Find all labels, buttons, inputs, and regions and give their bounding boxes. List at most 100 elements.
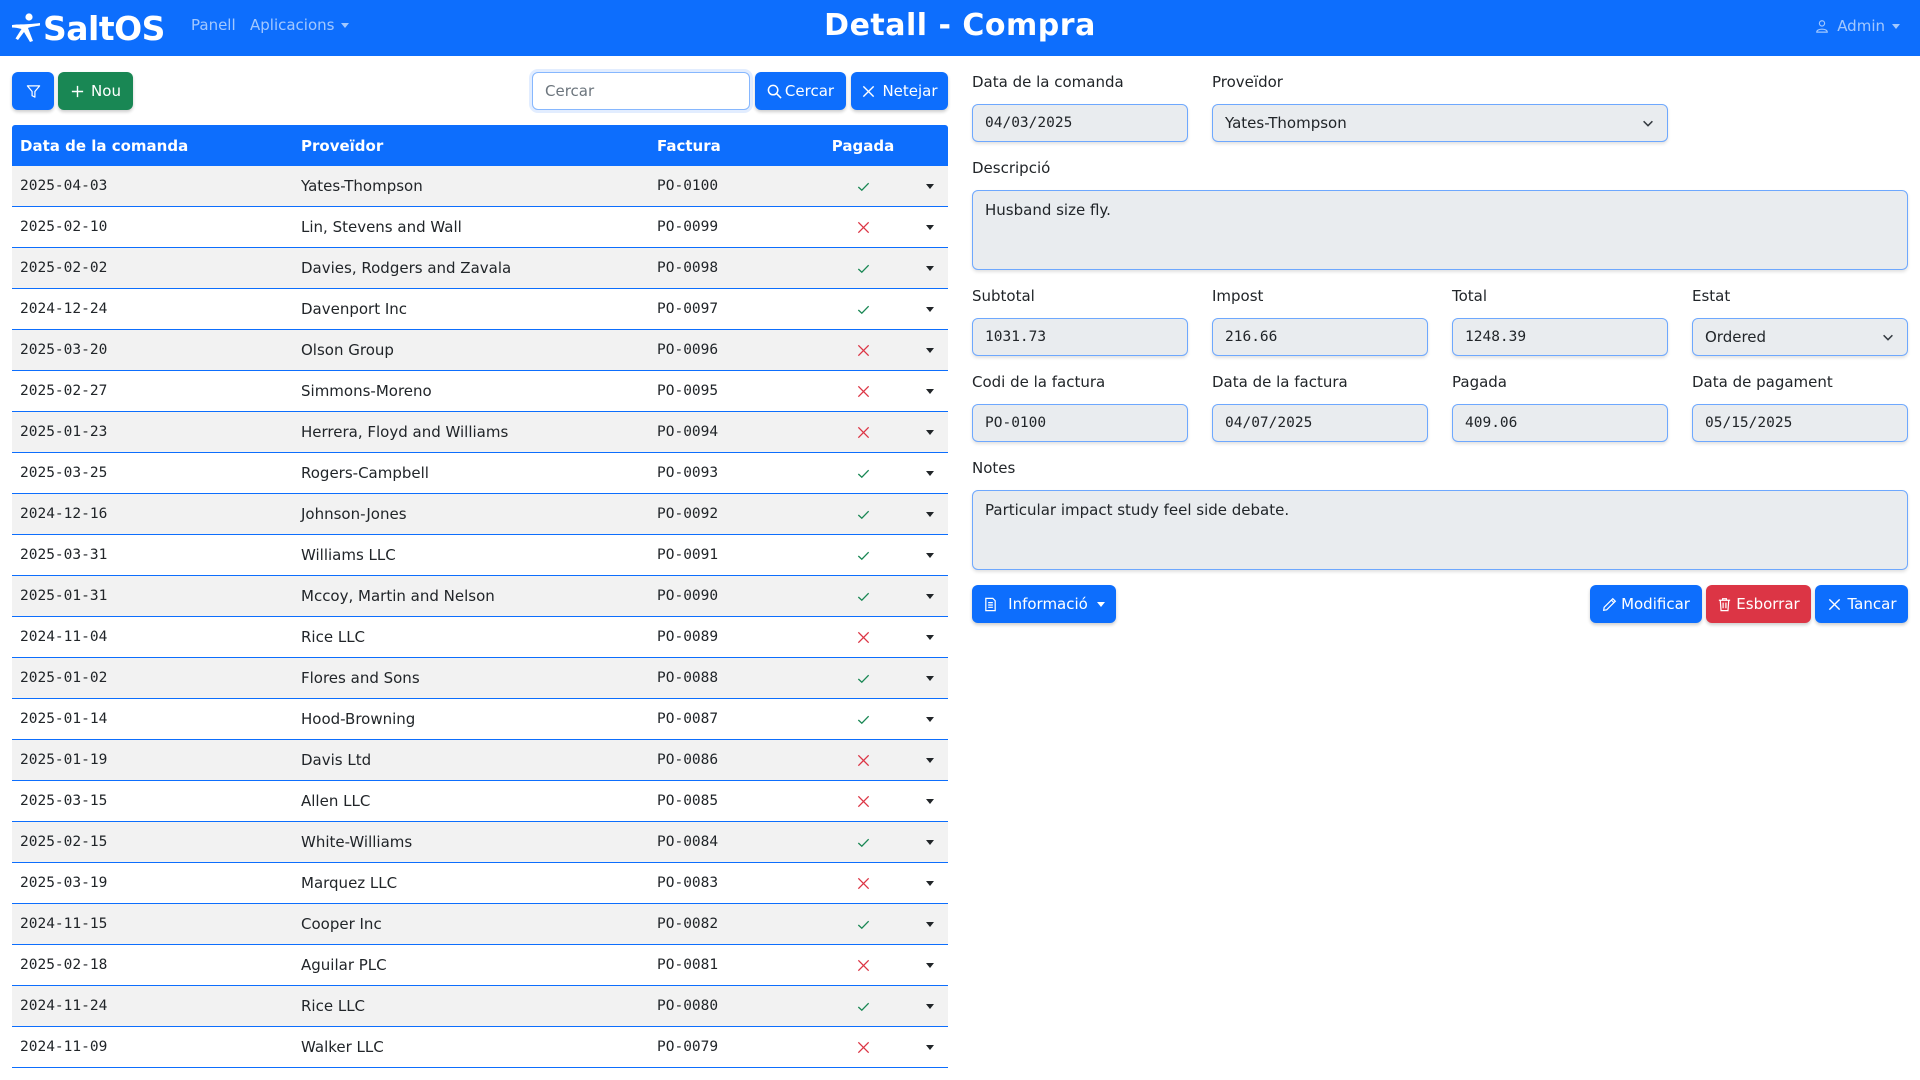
header-invoice[interactable]: Factura — [657, 125, 721, 166]
caret-down-icon — [926, 388, 934, 394]
user-name: Admin — [1837, 17, 1885, 35]
row-actions-dropdown[interactable] — [920, 207, 940, 247]
table-row[interactable]: 2025-01-14 Hood-Browning PO-0087 — [12, 699, 948, 740]
check-icon — [857, 674, 869, 683]
row-actions-dropdown[interactable] — [920, 289, 940, 329]
table-row[interactable]: 2025-03-31 Williams LLC PO-0091 — [12, 535, 948, 576]
table-row[interactable]: 2024-12-16 Johnson-Jones PO-0092 — [12, 494, 948, 535]
row-actions-dropdown[interactable] — [920, 371, 940, 411]
row-actions-dropdown[interactable] — [920, 576, 940, 616]
row-actions-dropdown[interactable] — [920, 822, 940, 862]
row-actions-dropdown[interactable] — [920, 1027, 940, 1067]
invoice-date-field[interactable]: 04/07/2025 — [1212, 404, 1428, 442]
row-actions-dropdown[interactable] — [920, 699, 940, 739]
table-row[interactable]: 2024-11-09 Walker LLC PO-0079 — [12, 1027, 948, 1068]
user-menu[interactable]: Admin — [1815, 17, 1900, 35]
delete-button[interactable]: Esborrar — [1706, 585, 1811, 623]
subtotal-field[interactable]: 1031.73 — [972, 318, 1188, 356]
tax-field[interactable]: 216.66 — [1212, 318, 1428, 356]
clear-button[interactable]: Netejar — [851, 72, 948, 110]
cell-paid — [812, 535, 914, 575]
row-actions-dropdown[interactable] — [920, 453, 940, 493]
row-actions-dropdown[interactable] — [920, 330, 940, 370]
table-row[interactable]: 2025-01-31 Mccoy, Martin and Nelson PO-009… — [12, 576, 948, 617]
status-value: Ordered — [1705, 328, 1767, 346]
filter-button[interactable] — [12, 72, 54, 110]
close-button-label: Tancar — [1847, 595, 1897, 613]
order-date-field[interactable]: 04/03/2025 — [972, 104, 1188, 142]
table-row[interactable]: 2024-11-15 Cooper Inc PO-0082 — [12, 904, 948, 945]
row-actions-dropdown[interactable] — [920, 412, 940, 452]
table-row[interactable]: 2025-03-25 Rogers-Campbell PO-0093 — [12, 453, 948, 494]
chevron-down-icon — [1892, 23, 1900, 29]
x-icon — [863, 85, 875, 97]
row-actions-dropdown[interactable] — [920, 781, 940, 821]
cell-paid — [812, 453, 914, 493]
table-row[interactable]: 2024-11-24 Rice LLC PO-0080 — [12, 986, 948, 1027]
row-actions-dropdown[interactable] — [920, 617, 940, 657]
row-actions-dropdown[interactable] — [920, 986, 940, 1026]
paid-label: Pagada — [1452, 373, 1507, 391]
close-button[interactable]: Tancar — [1815, 585, 1908, 623]
cell-supplier: Davis Ltd — [301, 751, 372, 769]
table-row[interactable]: 2024-12-24 Davenport Inc PO-0097 — [12, 289, 948, 330]
cell-order-date: 2024-11-15 — [20, 916, 108, 932]
table-row[interactable]: 2025-01-23 Herrera, Floyd and Williams PO-… — [12, 412, 948, 453]
table-row[interactable]: 2025-02-18 Aguilar PLC PO-0081 — [12, 945, 948, 986]
description-textarea[interactable]: Husband size fly. — [972, 190, 1908, 270]
header-order-date[interactable]: Data de la comanda — [20, 125, 188, 166]
search-icon — [767, 84, 782, 99]
check-icon — [857, 305, 869, 314]
table-row[interactable]: 2025-03-20 Olson Group PO-0096 — [12, 330, 948, 371]
cell-paid — [812, 371, 914, 411]
cell-paid — [812, 207, 914, 247]
table-row[interactable]: 2025-03-19 Marquez LLC PO-0083 — [12, 863, 948, 904]
header-supplier[interactable]: Proveïdor — [301, 125, 383, 166]
cell-invoice: PO-0096 — [657, 342, 719, 358]
status-select[interactable]: Ordered — [1692, 318, 1908, 356]
search-input[interactable] — [532, 72, 750, 110]
invoice-code-field[interactable]: PO-0100 — [972, 404, 1188, 442]
cell-supplier: Lin, Stevens and Wall — [301, 218, 462, 236]
x-icon — [857, 795, 869, 807]
chevron-down-icon — [1096, 601, 1105, 607]
row-actions-dropdown[interactable] — [920, 904, 940, 944]
table-row[interactable]: 2025-02-10 Lin, Stevens and Wall PO-0099 — [12, 207, 948, 248]
row-actions-dropdown[interactable] — [920, 658, 940, 698]
row-actions-dropdown[interactable] — [920, 494, 940, 534]
total-field[interactable]: 1248.39 — [1452, 318, 1668, 356]
notes-textarea[interactable]: Particular impact study feel side debate… — [972, 490, 1908, 570]
table-row[interactable]: 2025-04-03 Yates-Thompson PO-0100 — [12, 166, 948, 207]
table-row[interactable]: 2025-03-15 Allen LLC PO-0085 — [12, 781, 948, 822]
modify-button[interactable]: Modificar — [1590, 585, 1702, 623]
table-row[interactable]: 2025-02-02 Davies, Rodgers and Zavala PO-0… — [12, 248, 948, 289]
row-actions-dropdown[interactable] — [920, 535, 940, 575]
cell-paid — [812, 945, 914, 985]
table-row[interactable]: 2025-02-15 White-Williams PO-0084 — [12, 822, 948, 863]
supplier-select[interactable]: Yates-Thompson — [1212, 104, 1668, 142]
cell-order-date: 2024-11-24 — [20, 998, 108, 1014]
search-button[interactable]: Cercar — [755, 72, 846, 110]
row-actions-dropdown[interactable] — [920, 166, 940, 206]
table-row[interactable]: 2025-01-19 Davis Ltd PO-0086 — [12, 740, 948, 781]
new-button[interactable]: Nou — [58, 72, 133, 110]
paid-field[interactable]: 409.06 — [1452, 404, 1668, 442]
cell-invoice: PO-0091 — [657, 547, 719, 563]
table-row[interactable]: 2024-11-04 Rice LLC PO-0089 — [12, 617, 948, 658]
cell-supplier: Rogers-Campbell — [301, 464, 429, 482]
plus-icon — [71, 85, 84, 97]
cell-invoice: PO-0080 — [657, 998, 719, 1014]
row-actions-dropdown[interactable] — [920, 863, 940, 903]
payment-date-label: Data de pagament — [1692, 373, 1833, 391]
row-actions-dropdown[interactable] — [920, 945, 940, 985]
table-row[interactable]: 2025-01-02 Flores and Sons PO-0088 — [12, 658, 948, 699]
x-icon — [857, 877, 869, 889]
row-actions-dropdown[interactable] — [920, 248, 940, 288]
payment-date-field[interactable]: 05/15/2025 — [1692, 404, 1908, 442]
row-actions-dropdown[interactable] — [920, 740, 940, 780]
cell-paid — [812, 412, 914, 452]
info-dropdown-button[interactable]: Informació — [972, 585, 1116, 623]
table-row[interactable]: 2025-02-27 Simmons-Moreno PO-0095 — [12, 371, 948, 412]
cell-order-date: 2025-01-14 — [20, 711, 108, 727]
header-paid[interactable]: Pagada — [812, 125, 914, 166]
